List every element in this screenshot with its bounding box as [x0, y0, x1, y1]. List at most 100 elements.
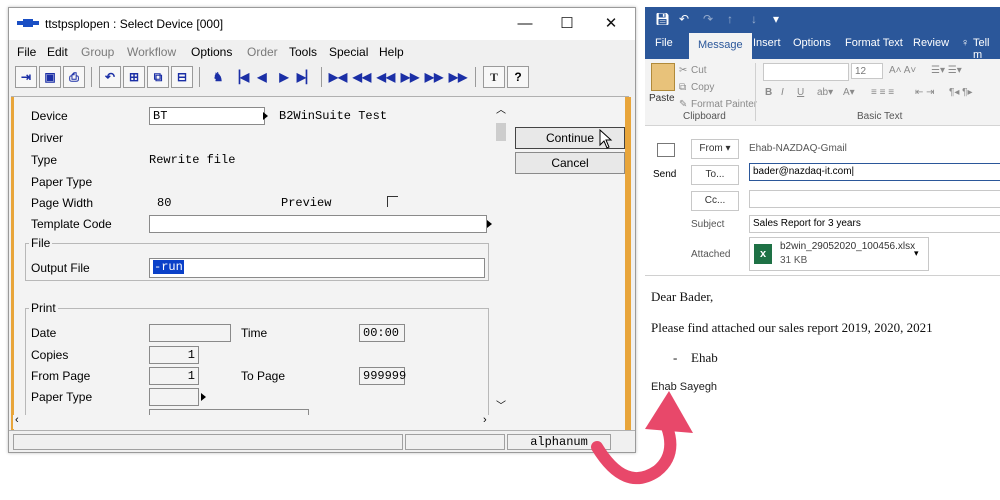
send-button[interactable]: Send	[649, 135, 683, 189]
cancel-button[interactable]: Cancel	[515, 152, 625, 174]
scroll-down-icon[interactable]: ﹀	[496, 397, 506, 412]
attachment-chip[interactable]: x b2win_29052020_100456.xlsx 31 KB ▾	[749, 237, 929, 271]
date-field[interactable]	[149, 324, 231, 342]
output-file-field[interactable]: -run	[149, 258, 485, 278]
scroll-left-icon[interactable]: ‹	[15, 414, 19, 426]
indent-icons[interactable]: ⇤ ⇥	[915, 87, 935, 98]
template-lookup-icon[interactable]	[487, 220, 492, 228]
menu-tools[interactable]: Tools	[289, 45, 317, 59]
exit-icon[interactable]: ⇥	[15, 66, 37, 88]
scroll-thumb[interactable]	[496, 123, 506, 141]
tab-tell-me[interactable]: Tell m	[973, 37, 1000, 61]
next-group-icon[interactable]: ▶▶	[423, 66, 445, 88]
to-page-field[interactable]: 999999	[359, 367, 406, 385]
cc-button[interactable]: Cc...	[691, 191, 739, 211]
italic-icon[interactable]: I	[781, 87, 784, 98]
bold-icon[interactable]: B	[765, 87, 772, 98]
from-button[interactable]: From ▾	[691, 139, 739, 159]
paste-icon[interactable]	[651, 63, 675, 91]
to-button[interactable]: To...	[691, 165, 739, 185]
down-icon[interactable]: ↓	[751, 12, 757, 26]
copy-label[interactable]: Copy	[691, 82, 714, 93]
cc-field[interactable]	[749, 190, 1000, 208]
preview-checkbox[interactable]	[387, 196, 398, 207]
last-group-icon[interactable]: ▶▶	[447, 66, 469, 88]
last-record-icon[interactable]: ▶▏	[295, 66, 317, 88]
excel-file-icon: x	[754, 244, 772, 264]
attachment-dropdown-icon[interactable]: ▾	[914, 248, 919, 259]
undo-icon[interactable]: ↶	[99, 66, 121, 88]
copies-field[interactable]: 1	[149, 346, 199, 364]
title-bar: ttstpsplopen : Select Device [000] — ☐ ✕	[9, 8, 635, 40]
previous-record-icon[interactable]: ◀	[251, 66, 273, 88]
cut-label[interactable]: Cut	[691, 65, 707, 76]
first-record-icon[interactable]: ▕◀	[229, 66, 251, 88]
scroll-up-icon[interactable]: ︿	[496, 101, 506, 116]
tell-me-icon[interactable]: ♀	[961, 37, 969, 49]
font-color-icon[interactable]: A▾	[843, 87, 855, 98]
vertical-scrollbar[interactable]: ︿ ﹀	[493, 101, 509, 413]
font-size-select[interactable]: 12	[851, 63, 883, 79]
help-pointer-icon[interactable]: ?	[507, 66, 529, 88]
back-icon[interactable]: ◀◀	[375, 66, 397, 88]
grow-font-icon[interactable]: A˄ A˅	[889, 65, 916, 76]
find-icon[interactable]: ♞	[207, 66, 229, 88]
minimize-button[interactable]: —	[505, 12, 545, 36]
undo-icon[interactable]: ↶	[679, 12, 689, 26]
direction-icons[interactable]: ¶◂ ¶▸	[949, 87, 973, 98]
menu-edit[interactable]: Edit	[47, 45, 68, 59]
device-field[interactable]: BT	[149, 107, 265, 125]
tab-file[interactable]: File	[655, 37, 673, 49]
copy-icon[interactable]: ⧉	[147, 66, 169, 88]
tab-insert[interactable]: Insert	[753, 37, 781, 49]
subject-label: Subject	[691, 219, 725, 230]
up-icon[interactable]: ↑	[727, 12, 733, 26]
tab-format-text[interactable]: Format Text	[845, 37, 903, 49]
message-body[interactable]: Dear Bader, Please find attached our sal…	[645, 277, 1000, 400]
bullets-icon[interactable]: ☰▾ ☰▾	[931, 65, 962, 76]
menu-file[interactable]: File	[17, 45, 36, 59]
insert-icon[interactable]: ⊞	[123, 66, 145, 88]
template-code-field[interactable]	[149, 215, 487, 233]
menu-options[interactable]: Options	[191, 45, 232, 59]
time-field[interactable]: 00:00	[359, 324, 405, 342]
customize-icon[interactable]: ▾	[773, 12, 779, 26]
device-lookup-icon[interactable]	[263, 112, 268, 120]
from-label: From	[699, 143, 723, 154]
paper-type-lookup-icon[interactable]	[201, 393, 206, 401]
status-cell-2	[405, 434, 505, 450]
next-record-icon[interactable]: ▶	[273, 66, 295, 88]
to-field[interactable]: bader@nazdaq-it.com|	[749, 163, 1000, 181]
tab-message[interactable]: Message	[689, 33, 752, 59]
text-icon[interactable]: T	[483, 66, 505, 88]
font-name-select[interactable]	[763, 63, 849, 81]
first-group-icon[interactable]: ▶◀	[327, 66, 349, 88]
menu-special[interactable]: Special	[329, 45, 368, 59]
tree-icon[interactable]: ⊟	[171, 66, 193, 88]
tab-options[interactable]: Options	[793, 37, 831, 49]
window-title: ttstpsplopen : Select Device [000]	[45, 17, 224, 31]
maximize-button[interactable]: ☐	[547, 12, 587, 36]
highlight-icon[interactable]: ab▾	[817, 87, 833, 98]
print-icon[interactable]: ⎙	[63, 66, 85, 88]
format-painter-label[interactable]: Format Painter	[691, 99, 757, 110]
menu-group[interactable]: Group	[81, 45, 114, 59]
paste-label[interactable]: Paste	[649, 93, 675, 104]
align-icons[interactable]: ≡ ≡ ≡	[871, 87, 894, 98]
menu-order[interactable]: Order	[247, 45, 278, 59]
tab-review[interactable]: Review	[913, 37, 949, 49]
horizontal-scrollbar[interactable]: ‹ ›	[13, 414, 495, 429]
menu-workflow[interactable]: Workflow	[127, 45, 176, 59]
close-button[interactable]: ✕	[591, 12, 631, 36]
save-icon[interactable]: 💾︎	[655, 12, 670, 26]
prev-group-icon[interactable]: ◀◀	[351, 66, 373, 88]
underline-icon[interactable]: U	[797, 87, 804, 98]
subject-field[interactable]: Sales Report for 3 years	[749, 215, 1000, 233]
forward-icon[interactable]: ▶▶	[399, 66, 421, 88]
scroll-right-icon[interactable]: ›	[483, 414, 487, 426]
save-icon[interactable]: ▣	[39, 66, 61, 88]
from-page-field[interactable]: 1	[149, 367, 199, 385]
paper-type-field[interactable]	[149, 388, 199, 406]
redo-icon[interactable]: ↷	[703, 12, 713, 26]
menu-help[interactable]: Help	[379, 45, 404, 59]
